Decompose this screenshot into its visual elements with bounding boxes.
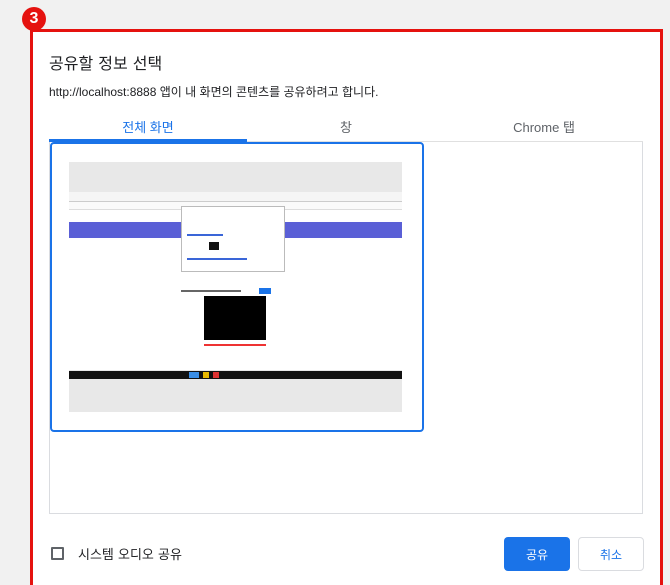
source-list-pane (49, 142, 643, 514)
screen-thumbnail-image (69, 162, 402, 412)
screen-share-picker-dialog: 공유할 정보 선택 http://localhost:8888 앱이 내 화면의… (33, 32, 660, 585)
source-tabs: 전체 화면 창 Chrome 탭 (49, 112, 643, 142)
dialog-title: 공유할 정보 선택 (49, 54, 163, 73)
cancel-button[interactable]: 취소 (578, 537, 644, 571)
step-number-badge: 3 (22, 7, 46, 31)
tab-entire-screen[interactable]: 전체 화면 (49, 112, 247, 142)
system-audio-label: 시스템 오디오 공유 (78, 548, 182, 563)
dialog-subtitle: http://localhost:8888 앱이 내 화면의 콘텐츠를 공유하려… (49, 85, 379, 99)
screen-thumbnail-card[interactable] (50, 142, 424, 432)
system-audio-checkbox[interactable] (51, 547, 64, 560)
tab-window[interactable]: 창 (247, 112, 445, 141)
system-audio-option[interactable]: 시스템 오디오 공유 (51, 544, 182, 563)
tab-chrome-tab[interactable]: Chrome 탭 (445, 112, 643, 141)
share-button[interactable]: 공유 (504, 537, 570, 571)
